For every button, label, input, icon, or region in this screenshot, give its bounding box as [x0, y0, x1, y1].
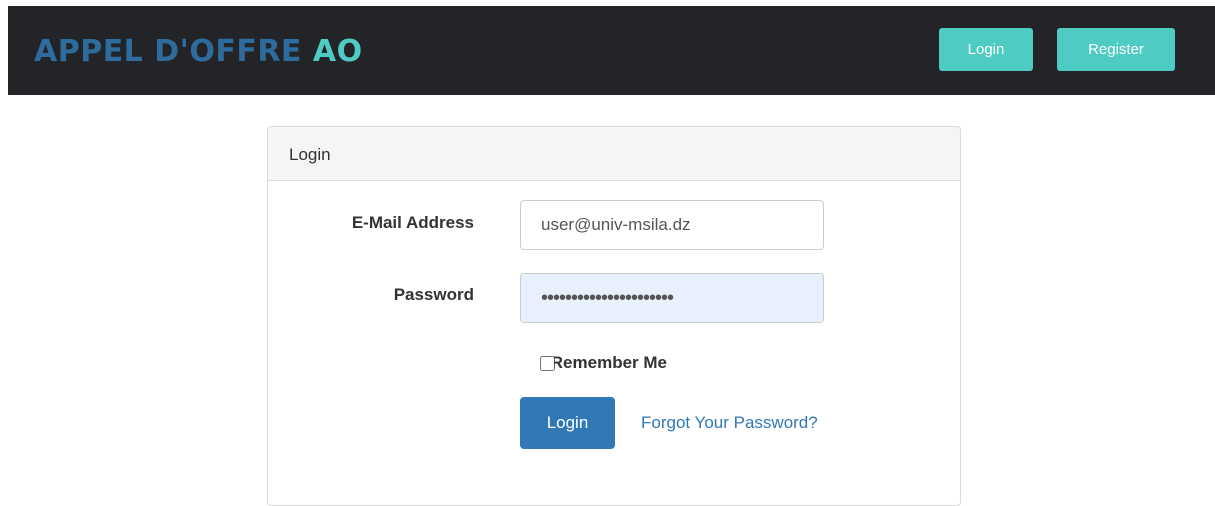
login-panel: Login E-Mail Address Password Remember M…	[267, 126, 961, 506]
remember-me-checkbox[interactable]	[540, 355, 555, 371]
forgot-password-link[interactable]: Forgot Your Password?	[641, 413, 818, 433]
remember-me-row: Remember Me	[540, 351, 667, 375]
password-field[interactable]	[520, 273, 824, 323]
panel-heading: Login	[268, 127, 960, 181]
email-field[interactable]	[520, 200, 824, 250]
login-submit-button[interactable]: Login	[520, 397, 615, 449]
nav-register-button[interactable]: Register	[1057, 28, 1175, 71]
top-navbar: APPEL D'OFFRE AO Login Register	[8, 6, 1215, 95]
brand-ao-mark: AO	[312, 34, 363, 69]
nav-login-button[interactable]: Login	[939, 28, 1033, 71]
brand-logo[interactable]: APPEL D'OFFRE AO	[34, 32, 363, 72]
password-label: Password	[393, 285, 474, 304]
remember-me-label[interactable]: Remember Me	[554, 353, 667, 373]
brand-title: APPEL D'OFFRE	[34, 34, 313, 69]
email-label: E-Mail Address	[351, 213, 474, 232]
